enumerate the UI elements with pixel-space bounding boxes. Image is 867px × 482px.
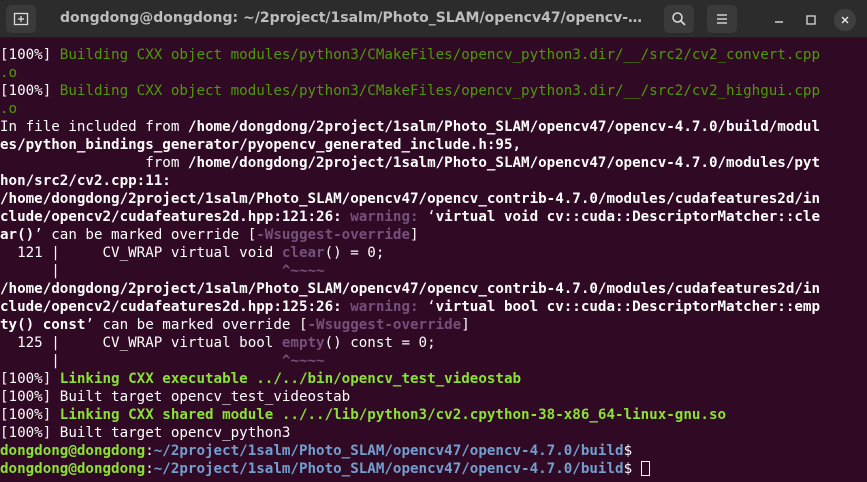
terminal-line: | ^~~~~ [0, 262, 867, 280]
terminal-text: dongdong@dongdong [0, 461, 146, 477]
minimize-icon [775, 21, 783, 23]
terminal-text: | [0, 353, 282, 369]
terminal-line: | ^~~~~ [0, 352, 867, 370]
terminal-text: [100%] [0, 47, 60, 63]
terminal-text: .o [0, 101, 18, 117]
terminal-text: () = 0; [324, 245, 385, 261]
terminal-line: dongdong@dongdong:~/2project/1salm/Photo… [0, 460, 867, 478]
terminal-text: /home/dongdong/2project/1salm/Photo_SLAM… [187, 119, 820, 135]
terminal-output[interactable]: [100%] Building CXX object modules/pytho… [0, 46, 867, 478]
terminal-text: Building CXX object modules/python3/CMak… [59, 47, 820, 63]
terminal-text: /home/dongdong/2project/1salm/Photo_SLAM… [0, 281, 820, 297]
terminal-line: [100%] Building CXX object modules/pytho… [0, 46, 867, 64]
terminal-line: ar()’ can be marked override [-Wsuggest-… [0, 226, 867, 244]
terminal-text: ‘ [427, 209, 436, 225]
terminal-line: hon/src2/cv2.cpp:11: [0, 172, 867, 190]
terminal-text: ‘ [427, 299, 436, 315]
new-tab-button[interactable] [6, 5, 36, 33]
terminal-line: [100%] Building CXX object modules/pytho… [0, 82, 867, 100]
terminal-line: es/python_bindings_generator/pyopencv_ge… [0, 136, 867, 154]
terminal-text: [100%] [0, 407, 60, 423]
terminal-text: [100%] [0, 83, 60, 99]
terminal-text: ty() const [0, 317, 86, 333]
terminal-text: | [0, 263, 282, 279]
terminal-line: [100%] Built target opencv_python3 [0, 424, 867, 442]
terminal-line: [100%] Linking CXX executable ../../bin/… [0, 370, 867, 388]
terminal-text: Linking CXX shared module ../../lib/pyth… [59, 407, 727, 423]
terminal-text: es/python_bindings_generator/pyopencv_ge… [0, 137, 522, 153]
close-icon [841, 16, 849, 24]
terminal-text: ] [410, 227, 419, 243]
terminal-text: [100%] Built target opencv_python3 [0, 425, 291, 441]
terminal-text: -Wsuggest-override [256, 227, 411, 243]
terminal-line: .o [0, 64, 867, 82]
terminal-text: ^~~~~ [281, 263, 325, 279]
terminal-line: 121 | CV_WRAP virtual void clear() = 0; [0, 244, 867, 262]
title-bar: dongdong@dongdong: ~/2project/1salm/Phot… [0, 0, 867, 38]
terminal-text: from [0, 155, 188, 171]
search-icon [672, 12, 686, 26]
terminal-text: virtual bool cv::cuda::DescriptorMatcher… [435, 299, 821, 315]
terminal-line: .o [0, 100, 867, 118]
terminal-text: () const = 0; [324, 335, 436, 351]
minimize-button[interactable] [768, 9, 790, 31]
terminal-text: clude/opencv2/cudafeatures2d.hpp:125:26: [0, 299, 351, 315]
terminal-text: hon/src2/cv2.cpp:11: [0, 173, 171, 189]
terminal-text: $ [623, 461, 641, 477]
terminal-text: dongdong@dongdong [0, 443, 146, 459]
terminal-text: : [145, 461, 154, 477]
terminal-line: from /home/dongdong/2project/1salm/Photo… [0, 154, 867, 172]
terminal-text: [100%] Built target opencv_test_videosta… [0, 389, 351, 405]
menu-button[interactable] [707, 5, 737, 33]
terminal-line: [100%] Linking CXX shared module ../../l… [0, 406, 867, 424]
terminal-text: clear [281, 245, 325, 261]
terminal-text: In file included from [0, 119, 188, 135]
hamburger-menu-icon [717, 14, 727, 24]
terminal-text: empty [281, 335, 325, 351]
terminal-text: /home/dongdong/2project/1salm/Photo_SLAM… [0, 191, 820, 207]
terminal-text: virtual void cv::cuda::DescriptorMatcher… [435, 209, 821, 225]
terminal-text: ar() [0, 227, 35, 243]
terminal-text: ] [461, 317, 470, 333]
terminal-line: [100%] Built target opencv_test_videosta… [0, 388, 867, 406]
terminal-text: Linking CXX executable ../../bin/opencv_… [59, 371, 522, 387]
terminal-text: ’ can be marked override [ [85, 317, 308, 333]
terminal-text: Building CXX object modules/python3/CMak… [59, 83, 820, 99]
terminal-text: ^~~~~ [281, 353, 325, 369]
search-button[interactable] [664, 5, 694, 33]
terminal-text: 121 | CV_WRAP virtual void [0, 245, 282, 261]
terminal-line: clude/opencv2/cudafeatures2d.hpp:121:26:… [0, 208, 867, 226]
new-tab-icon [13, 12, 29, 26]
terminal-line: /home/dongdong/2project/1salm/Photo_SLAM… [0, 280, 867, 298]
terminal-line: In file included from /home/dongdong/2pr… [0, 118, 867, 136]
terminal-text: [100%] [0, 371, 60, 387]
maximize-icon [806, 15, 816, 25]
close-button[interactable] [834, 9, 856, 31]
terminal-text: ~/2project/1salm/Photo_SLAM/opencv47/ope… [153, 461, 624, 477]
terminal-line: dongdong@dongdong:~/2project/1salm/Photo… [0, 442, 867, 460]
terminal-text: 125 | CV_WRAP virtual bool [0, 335, 282, 351]
terminal-text: ’ can be marked override [ [34, 227, 257, 243]
maximize-button[interactable] [800, 9, 822, 31]
terminal-text: .o [0, 65, 18, 81]
terminal-text: warning: [350, 299, 428, 315]
terminal-line: clude/opencv2/cudafeatures2d.hpp:125:26:… [0, 298, 867, 316]
terminal-text: /home/dongdong/2project/1salm/Photo_SLAM… [187, 155, 820, 171]
terminal-text: clude/opencv2/cudafeatures2d.hpp:121:26: [0, 209, 351, 225]
terminal-text: ~/2project/1salm/Photo_SLAM/opencv47/ope… [153, 443, 624, 459]
terminal-line: ty() const’ can be marked override [-Wsu… [0, 316, 867, 334]
terminal-line: 125 | CV_WRAP virtual bool empty() const… [0, 334, 867, 352]
terminal-line: /home/dongdong/2project/1salm/Photo_SLAM… [0, 190, 867, 208]
terminal-text: : [145, 443, 154, 459]
terminal-text: $ [623, 443, 633, 459]
terminal-text: warning: [350, 209, 428, 225]
terminal-text: -Wsuggest-override [307, 317, 462, 333]
window-title: dongdong@dongdong: ~/2project/1salm/Phot… [60, 10, 645, 26]
terminal-cursor [640, 461, 650, 476]
